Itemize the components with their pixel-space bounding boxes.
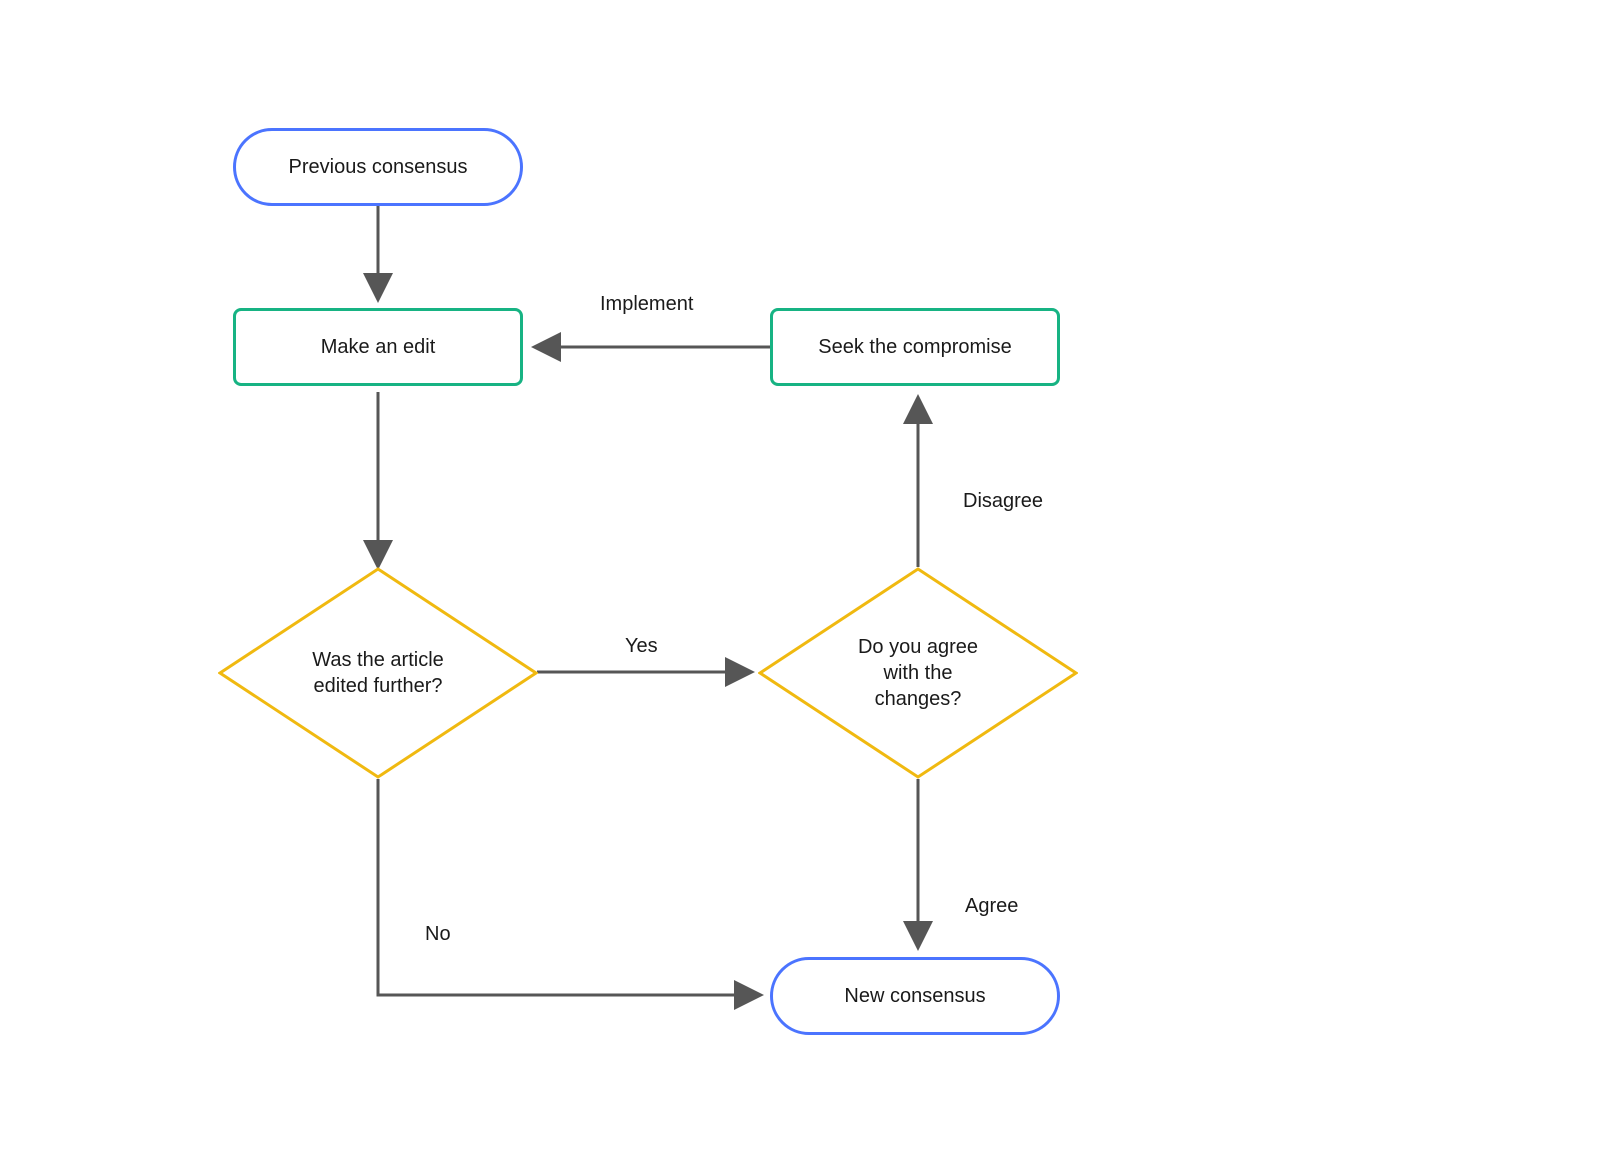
- edge-label-yes: Yes: [625, 635, 658, 658]
- node-new-consensus: New consensus: [770, 957, 1060, 1035]
- edge-label-no: No: [425, 923, 451, 946]
- node-label: Do you agreewith thechanges?: [858, 634, 978, 712]
- flowchart-canvas: Previous consensus Make an edit Seek the…: [0, 0, 1624, 1160]
- edge-label-implement: Implement: [600, 293, 693, 316]
- node-label: Seek the compromise: [818, 336, 1011, 359]
- node-edited-further: Was the articleedited further?: [218, 567, 538, 779]
- node-label: Was the articleedited further?: [312, 647, 444, 699]
- node-label: Make an edit: [321, 336, 436, 359]
- node-make-edit: Make an edit: [233, 308, 523, 386]
- node-label: Previous consensus: [289, 156, 468, 179]
- edge-label-agree: Agree: [965, 895, 1018, 918]
- edge-label-disagree: Disagree: [963, 490, 1043, 513]
- node-agree-changes: Do you agreewith thechanges?: [758, 567, 1078, 779]
- node-label: New consensus: [844, 985, 985, 1008]
- edge-no: [378, 779, 761, 995]
- node-previous-consensus: Previous consensus: [233, 128, 523, 206]
- node-seek-compromise: Seek the compromise: [770, 308, 1060, 386]
